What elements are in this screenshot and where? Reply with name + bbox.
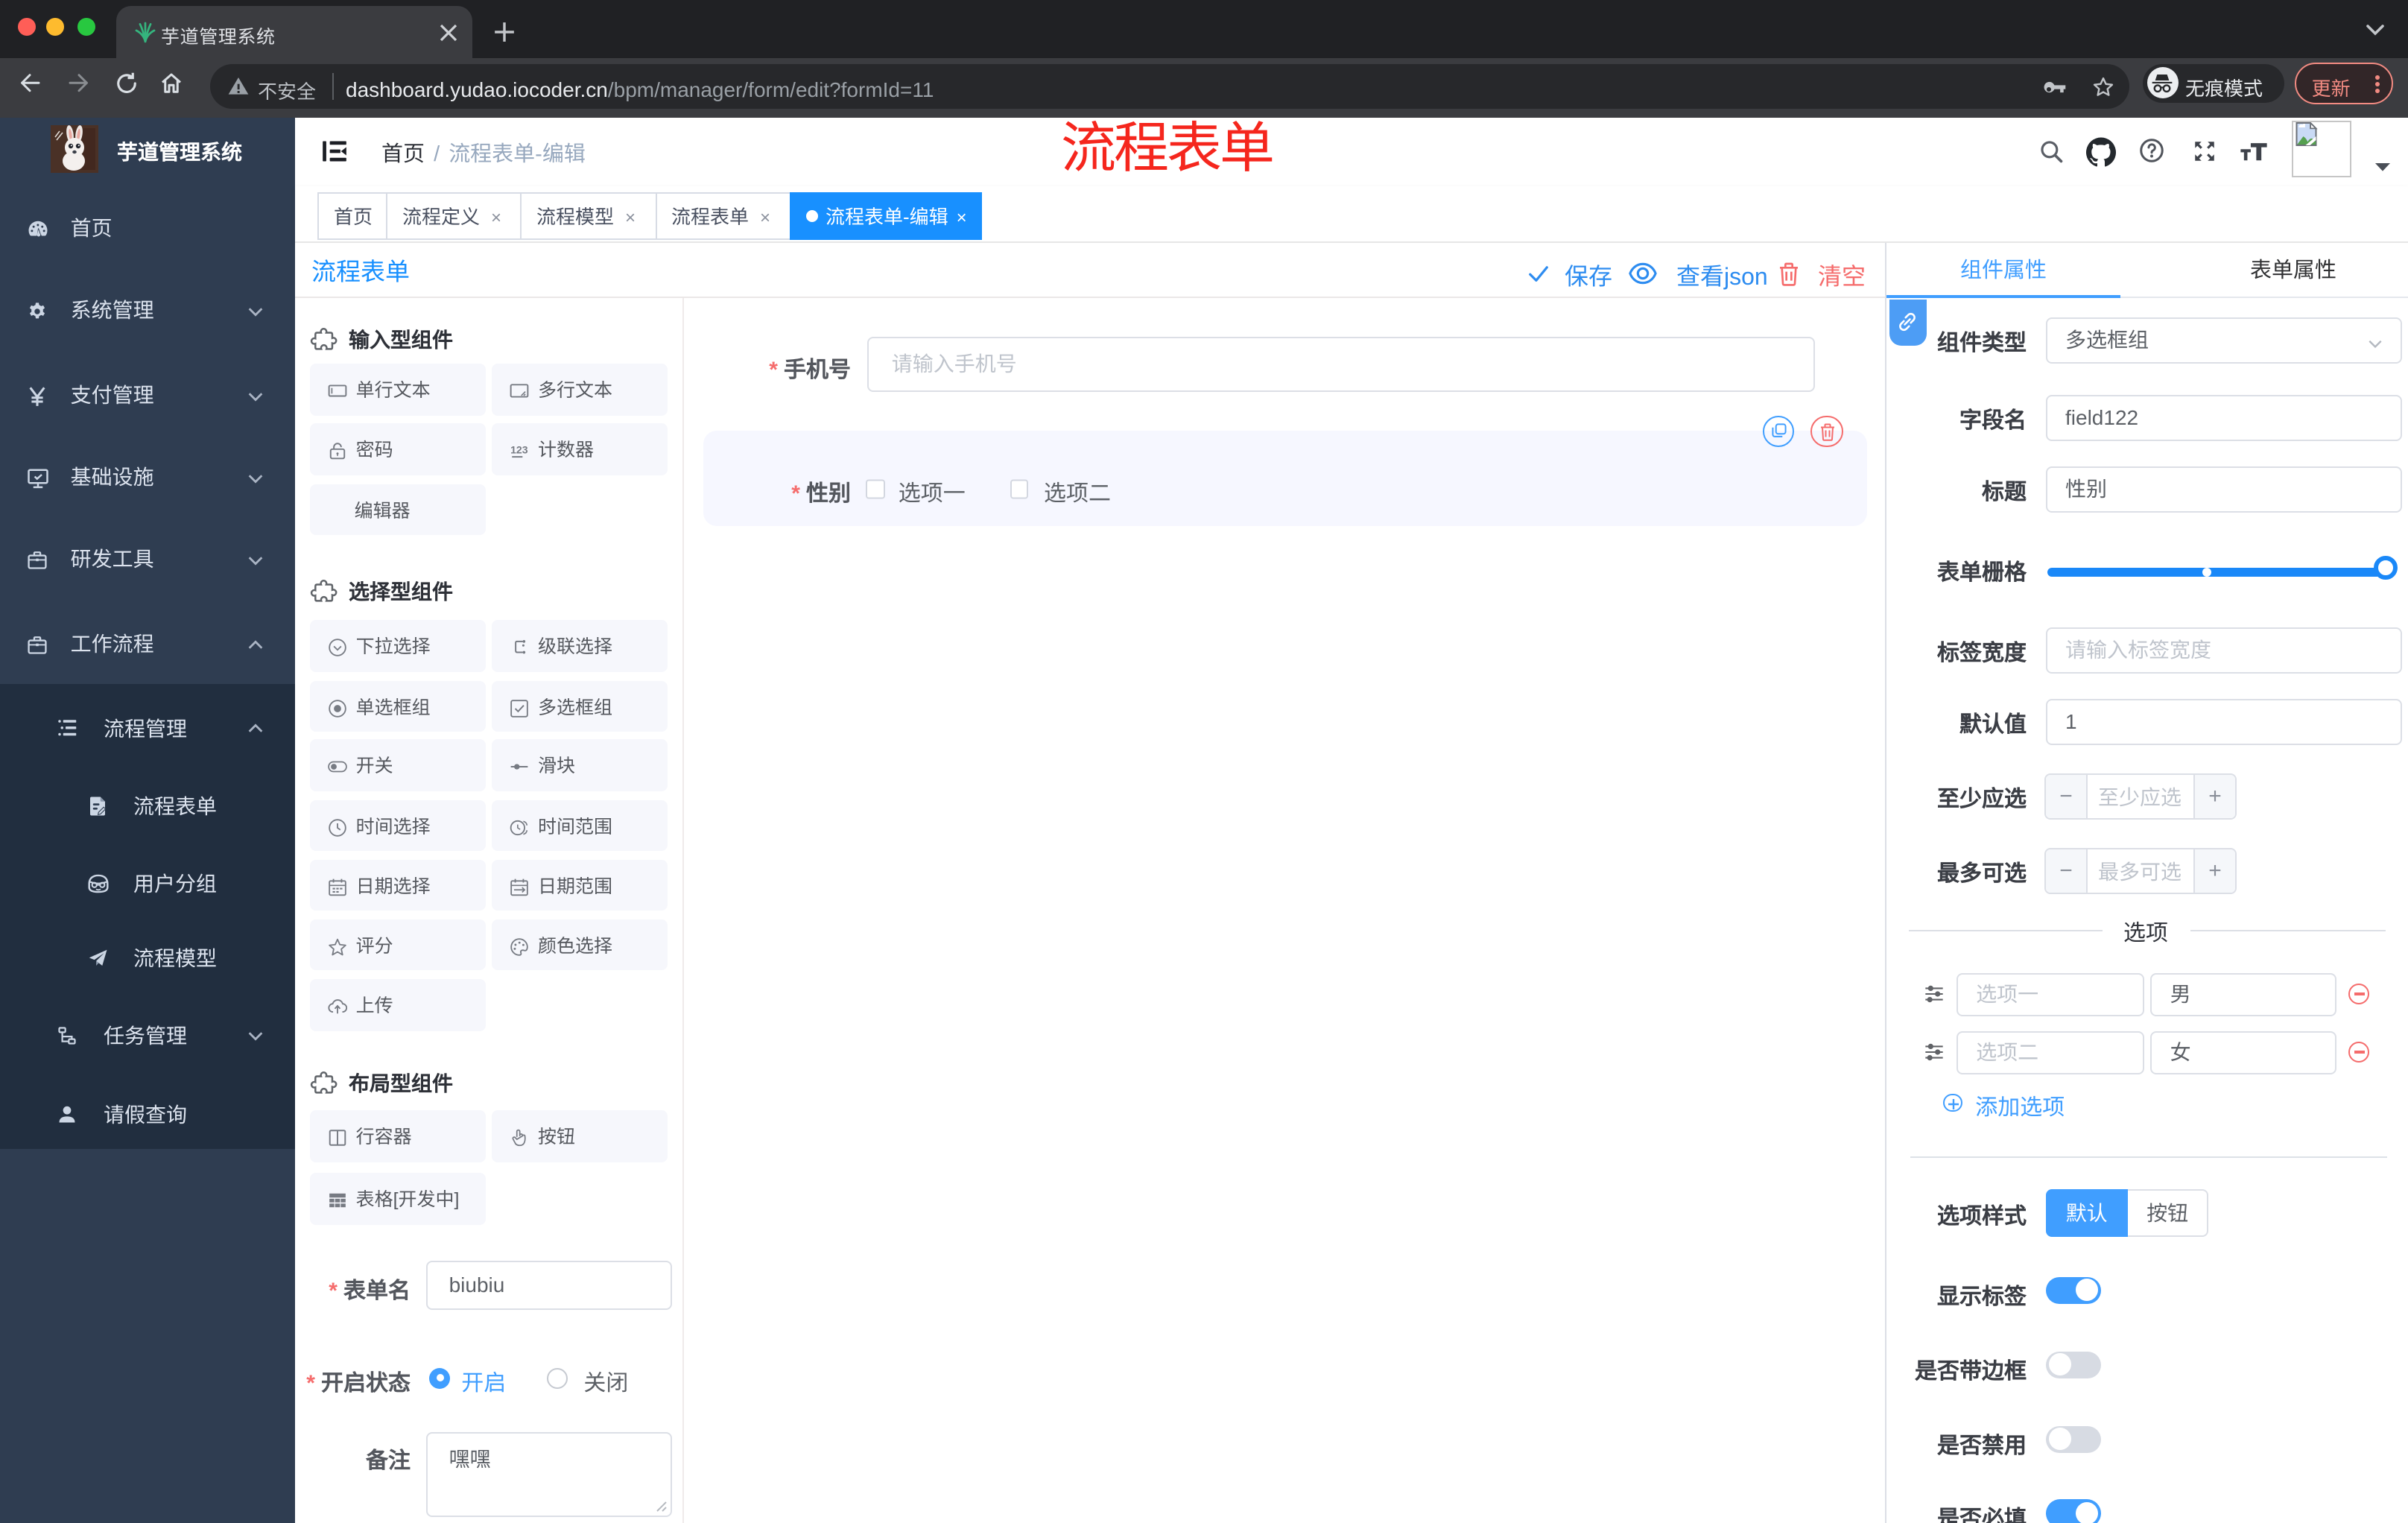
svg-text:123: 123 (510, 444, 528, 456)
